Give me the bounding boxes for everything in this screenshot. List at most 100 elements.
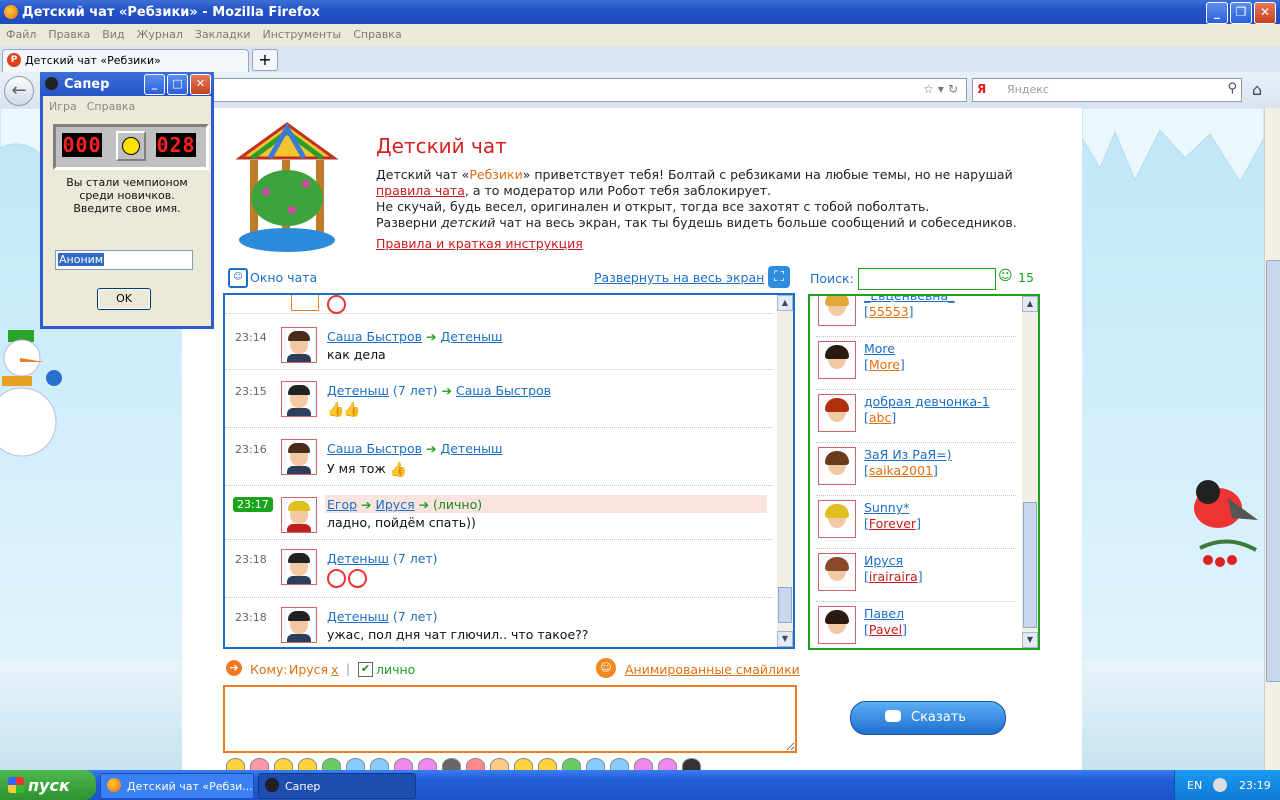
chat-scrollbar[interactable]: ▲ ▼	[777, 295, 793, 647]
user-list[interactable]: _Евценьевна_ [55553] More [More] добрая …	[808, 294, 1040, 650]
minimize-button[interactable]: _	[144, 74, 165, 95]
user-search-input[interactable]	[858, 268, 996, 290]
user-list-item[interactable]: добрая девчонка-1 [abc]	[816, 390, 1016, 443]
recipient-name[interactable]: Детеныш	[440, 329, 502, 344]
home-icon[interactable]: ⌂	[1252, 80, 1262, 99]
champion-name-input[interactable]: Аноним	[55, 250, 193, 270]
laugh-smiley-icon	[348, 569, 367, 588]
user-avatar[interactable]	[818, 394, 856, 432]
scroll-down-icon[interactable]: ▼	[1022, 632, 1038, 648]
language-indicator[interactable]: EN	[1187, 779, 1202, 792]
start-button[interactable]: пуск	[0, 770, 96, 800]
rules-instructions-link[interactable]: Правила и краткая инструкция	[376, 236, 583, 251]
menu-file[interactable]: Файл	[0, 24, 42, 45]
menu-help[interactable]: Справка	[347, 24, 407, 45]
private-checkbox[interactable]: ✔	[358, 662, 373, 677]
user-list-item[interactable]: More [More]	[816, 337, 1016, 390]
minesweeper-titlebar[interactable]: Сапер _ □ ✕	[40, 72, 214, 96]
url-bar[interactable]: ☆▾↻	[205, 78, 967, 102]
minimize-button[interactable]: _	[1206, 2, 1228, 24]
menu-bookmarks[interactable]: Закладки	[189, 24, 257, 45]
menu-view[interactable]: Вид	[96, 24, 130, 45]
menu-history[interactable]: Журнал	[131, 24, 189, 45]
user-list-item[interactable]: Ируся [irairaira]	[816, 549, 1016, 602]
close-button[interactable]: ✕	[190, 74, 211, 95]
expand-fullscreen-icon[interactable]: ⛶	[768, 266, 790, 288]
yandex-icon[interactable]: Я	[977, 82, 986, 96]
user-nick[interactable]: Sunny*	[864, 500, 909, 515]
back-button[interactable]: ←	[4, 76, 34, 106]
sender-name[interactable]: Детеныш	[327, 609, 389, 624]
tray-icon[interactable]	[1213, 778, 1227, 792]
menu-game[interactable]: Игра	[49, 100, 77, 113]
private-checkbox-label[interactable]: лично	[376, 662, 415, 677]
user-nick[interactable]: Ируся	[864, 553, 903, 568]
scroll-down-icon[interactable]: ▼	[777, 631, 793, 647]
scroll-up-icon[interactable]: ▲	[777, 295, 793, 311]
message-input[interactable]	[223, 685, 797, 753]
user-login[interactable]: Pavel	[869, 622, 902, 637]
user-avatar[interactable]	[818, 606, 856, 644]
taskbar-item-firefox[interactable]: Детский чат «Ребзи...	[100, 773, 254, 799]
user-list-item[interactable]: _Евценьевна_ [55553]	[816, 296, 1016, 337]
search-icon[interactable]: ⚲	[1227, 81, 1237, 96]
smiley-face-button[interactable]	[116, 131, 146, 161]
user-nick[interactable]: добрая девчонка-1	[864, 394, 990, 409]
user-avatar[interactable]	[818, 553, 856, 591]
user-login[interactable]: More	[869, 357, 900, 372]
user-nick[interactable]: _Евценьевна_	[864, 296, 954, 303]
page-scrollbar[interactable]	[1264, 108, 1280, 770]
user-avatar[interactable]	[818, 341, 856, 379]
user-nick[interactable]: ЗаЯ Из РаЯ=)	[864, 447, 952, 462]
user-list-item[interactable]: Павел [Pavel]	[816, 602, 1016, 648]
url-controls-icon[interactable]: ☆▾↻	[923, 82, 962, 96]
clear-recipient-button[interactable]: х	[331, 662, 338, 677]
menu-tools[interactable]: Инструменты	[257, 24, 348, 45]
animated-smileys-icon[interactable]: ☺	[596, 658, 616, 678]
menu-edit[interactable]: Правка	[42, 24, 96, 45]
chat-scroll-thumb[interactable]	[778, 587, 792, 623]
recipient-name[interactable]: Ируся	[376, 497, 415, 512]
user-nick[interactable]: More	[864, 341, 895, 356]
page-scroll-thumb[interactable]	[1266, 260, 1280, 682]
taskbar-item-minesweeper[interactable]: Сапер	[258, 773, 416, 799]
user-list-scroll-thumb[interactable]	[1023, 502, 1037, 628]
chat-rules-link[interactable]: правила чата	[376, 183, 465, 198]
close-button[interactable]: ✕	[1254, 2, 1276, 24]
user-login[interactable]: saika2001	[869, 463, 933, 478]
sender-name[interactable]: Саша Быстров	[327, 329, 422, 344]
user-login[interactable]: Forever	[869, 516, 916, 531]
user-count: 15	[1018, 270, 1034, 285]
sender-name[interactable]: Детеныш	[327, 551, 389, 566]
user-login[interactable]: irairaira	[869, 569, 918, 584]
maximize-button[interactable]: □	[167, 74, 188, 95]
user-login[interactable]: 55553	[869, 304, 909, 319]
recipient-name[interactable]: Детеныш	[440, 441, 502, 456]
chat-messages[interactable]: 23:14 Саша Быстров ➔ Детеныш как дела 23…	[223, 293, 795, 649]
menu-help[interactable]: Справка	[87, 100, 135, 113]
tab-chat[interactable]: Р Детский чат «Ребзики»	[2, 49, 249, 72]
user-list-item[interactable]: ЗаЯ Из РаЯ=) [saika2001]	[816, 443, 1016, 496]
recipient-name[interactable]: Саша Быстров	[456, 383, 551, 398]
scroll-up-icon[interactable]: ▲	[1022, 296, 1038, 312]
user-avatar[interactable]	[818, 296, 856, 326]
user-avatar[interactable]	[818, 500, 856, 538]
chat-window-label: Окно чата	[250, 270, 318, 285]
minesweeper-menu: Игра Справка	[49, 100, 145, 113]
sender-name[interactable]: Саша Быстров	[327, 441, 422, 456]
restore-button[interactable]: ❐	[1230, 2, 1252, 24]
user-list-item[interactable]: Sunny* [Forever]	[816, 496, 1016, 549]
user-list-scrollbar[interactable]: ▲ ▼	[1022, 296, 1038, 648]
ok-button[interactable]: OK	[97, 288, 151, 310]
user-nick[interactable]: Павел	[864, 606, 904, 621]
send-button[interactable]: Сказать	[850, 701, 1006, 735]
expand-fullscreen-link[interactable]: Развернуть на весь экран	[594, 270, 764, 285]
brand-name: Ребзики	[469, 167, 523, 182]
search-bar[interactable]: Я Яндекс ⚲	[972, 78, 1242, 102]
animated-smileys-link[interactable]: Анимированные смайлики	[625, 662, 800, 677]
sender-name[interactable]: Детеныш	[327, 383, 389, 398]
sender-name[interactable]: Егор	[327, 497, 357, 512]
user-avatar[interactable]	[818, 447, 856, 485]
user-login[interactable]: abc	[869, 410, 891, 425]
new-tab-button[interactable]: +	[252, 49, 278, 71]
